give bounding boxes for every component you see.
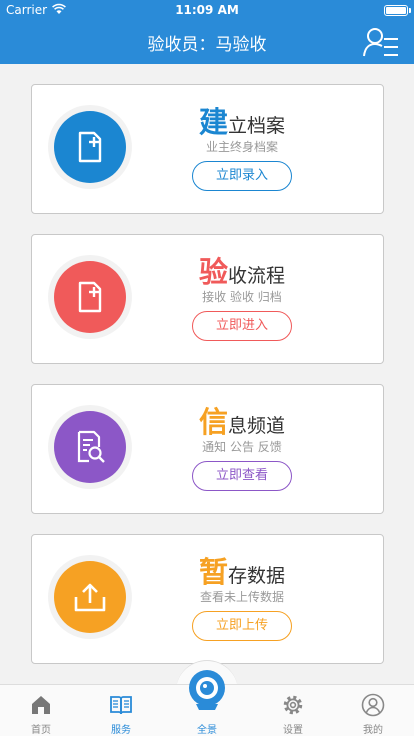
card-title-rest: 存数据 <box>228 565 286 587</box>
tab-label: 设置 <box>283 725 303 736</box>
card-title: 暂存数据 <box>172 549 312 591</box>
enter-process-button[interactable]: 立即进入 <box>192 311 292 341</box>
tab-label: 全景 <box>197 725 217 736</box>
card-subtitle: 业主终身档案 <box>205 140 278 154</box>
card-title: 建立档案 <box>172 99 312 141</box>
upload-now-button[interactable]: 立即上传 <box>192 611 292 641</box>
tab-service[interactable]: 服务 <box>80 685 162 736</box>
card-acceptance-process[interactable]: 验收流程 接收 验收 归档 立即进入 <box>31 234 384 364</box>
file-plus-icon <box>78 281 102 313</box>
card-info-channel[interactable]: 信息频道 通知 公告 反馈 立即查看 <box>31 384 384 514</box>
page-title: 验收员：马验收 <box>147 35 267 55</box>
view-now-button[interactable]: 立即查看 <box>192 461 292 491</box>
tab-label: 我的 <box>363 725 383 736</box>
card-title-lead: 建 <box>198 105 228 139</box>
card-title-rest: 息频道 <box>228 415 286 437</box>
info-channel-circle <box>54 411 126 483</box>
card-subtitle: 接收 验收 归档 <box>202 290 282 304</box>
card-title: 验收流程 <box>172 249 312 291</box>
card-title-lead: 验 <box>198 255 228 289</box>
tab-settings[interactable]: 设置 <box>252 685 334 736</box>
home-icon <box>32 696 50 714</box>
card-title-rest: 立档案 <box>228 115 286 137</box>
battery-icon <box>384 5 408 16</box>
card-title-lead: 暂 <box>198 555 228 589</box>
acceptance-process-circle <box>54 261 126 333</box>
gear-icon <box>283 695 303 715</box>
tab-home[interactable]: 首页 <box>0 685 82 736</box>
stored-data-circle <box>54 561 126 633</box>
user-list-icon[interactable] <box>362 25 400 59</box>
tab-label: 服务 <box>111 725 131 736</box>
nav-bar: 验收员：马验收 <box>0 20 414 64</box>
enter-now-button[interactable]: 立即录入 <box>192 161 292 191</box>
card-title-lead: 信 <box>198 405 228 439</box>
file-plus-icon <box>78 131 102 163</box>
book-icon <box>110 696 132 715</box>
document-search-icon <box>77 430 105 463</box>
tab-label: 首页 <box>31 725 51 736</box>
card-create-archive[interactable]: 建立档案 业主终身档案 立即录入 <box>31 84 384 214</box>
status-time: 11:09 AM <box>175 3 239 17</box>
card-title-rest: 收流程 <box>228 265 286 287</box>
create-archive-circle <box>54 111 126 183</box>
card-subtitle: 通知 公告 反馈 <box>202 440 282 454</box>
card-title: 信息频道 <box>172 399 312 441</box>
card-stored-data[interactable]: 暂存数据 查看未上传数据 立即上传 <box>31 534 384 664</box>
card-subtitle: 查看未上传数据 <box>199 590 284 604</box>
user-icon <box>361 693 385 717</box>
camera-icon[interactable] <box>184 668 230 714</box>
tab-mine[interactable]: 我的 <box>332 685 414 736</box>
upload-icon <box>74 583 106 612</box>
status-bar: Carrier 11:09 AM <box>0 0 414 20</box>
battery-tip <box>409 8 411 13</box>
